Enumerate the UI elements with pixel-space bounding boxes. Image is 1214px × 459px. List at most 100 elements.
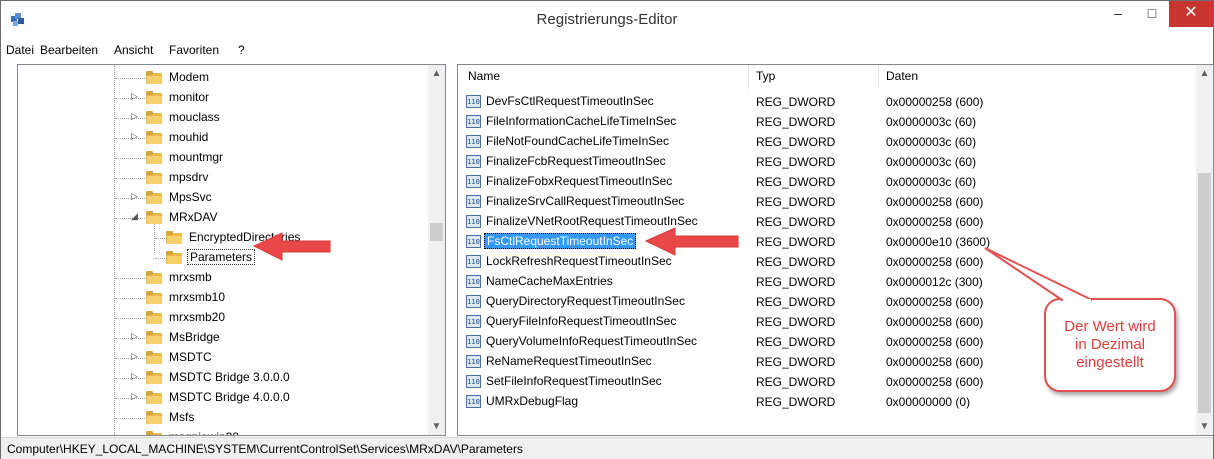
value-type: REG_DWORD <box>756 135 836 149</box>
expand-icon[interactable]: ▷ <box>131 331 141 342</box>
expand-icon[interactable]: ▷ <box>131 111 141 122</box>
value-name: QueryVolumeInfoRequestTimeoutInSec <box>486 334 698 348</box>
value-data: 0x00000e10 (3600) <box>886 235 991 249</box>
menu-bearbeiten[interactable]: Bearbeiten <box>40 43 98 57</box>
expand-icon[interactable]: ▷ <box>131 391 141 402</box>
column-header-typ[interactable]: Typ <box>756 69 775 83</box>
annotation-callout: Der Wert wird in Dezimal eingestellt <box>1044 298 1176 392</box>
tree-item-label: Parameters <box>187 249 256 265</box>
value-row[interactable]: 110 NameCacheMaxEntries REG_DWORD 0x0000012… <box>458 272 1195 292</box>
tree-item[interactable]: ▷ MSDTC Bridge 4.0.0.0 <box>115 388 406 408</box>
scroll-down-icon[interactable]: ▼ <box>428 418 445 435</box>
scroll-down-icon[interactable]: ▼ <box>1196 418 1213 435</box>
tree-item[interactable]: Msfs <box>115 408 406 428</box>
value-row[interactable]: 110 FinalizeSrvCallRequestTimeoutInSec REG… <box>458 192 1195 212</box>
tree-guide-line <box>115 158 145 159</box>
callout-text: Der Wert wird in Dezimal eingestellt <box>1046 318 1174 372</box>
tree-item[interactable]: ▷ MSDTC <box>115 348 406 368</box>
tree-item[interactable]: Parameters <box>155 248 426 268</box>
column-separator[interactable] <box>878 65 879 89</box>
reg-dword-icon: 110 <box>466 335 481 348</box>
reg-dword-icon: 110 <box>466 275 481 288</box>
value-name: UMRxDebugFlag <box>486 394 579 408</box>
value-data: 0x00000000 (0) <box>886 395 971 409</box>
tree-guide-line <box>115 418 145 419</box>
folder-icon <box>146 191 162 204</box>
tree-item-label: mrxsmb10 <box>169 290 226 304</box>
list-scrollbar[interactable]: ▲ ▼ <box>1196 65 1213 435</box>
value-data: 0x00000258 (600) <box>886 215 984 229</box>
tree-item[interactable]: msgpiowin32 <box>146 428 406 435</box>
tree-item[interactable]: mrxsmb20 <box>115 308 406 328</box>
callout-line: eingestellt <box>1076 354 1144 371</box>
tree-item[interactable]: ▷ mouclass <box>115 108 406 128</box>
folder-icon <box>146 91 162 104</box>
tree-guide-line <box>115 178 145 179</box>
expand-icon[interactable]: ▷ <box>131 131 141 142</box>
tree-item[interactable]: ▷ MsBridge <box>115 328 406 348</box>
tree-item[interactable]: mrxsmb <box>115 268 406 288</box>
column-header-name[interactable]: Name <box>468 69 500 83</box>
key-tree[interactable]: Modem ▷ monitor ▷ mouclass ▷ mouhid mountmgr mps… <box>17 64 446 436</box>
value-row[interactable]: 110 FileNotFoundCacheLifeTimeInSec REG_DWO… <box>458 132 1195 152</box>
folder-icon <box>166 231 182 244</box>
expand-icon[interactable]: ▷ <box>131 371 141 382</box>
folder-icon <box>146 71 162 84</box>
scroll-up-icon[interactable]: ▲ <box>428 65 445 82</box>
expand-icon[interactable]: ▷ <box>131 191 141 202</box>
menu-favoriten[interactable]: Favoriten <box>169 43 219 57</box>
tree-item[interactable]: ▷ monitor <box>115 88 406 108</box>
column-separator[interactable] <box>748 65 749 89</box>
folder-icon <box>146 411 162 424</box>
tree-item-label: mouhid <box>169 130 209 144</box>
tree-item[interactable]: mrxsmb10 <box>115 288 406 308</box>
menu-datei[interactable]: Datei <box>6 43 34 57</box>
value-type: REG_DWORD <box>756 115 836 129</box>
value-name: FileInformationCacheLifeTimeInSec <box>486 114 677 128</box>
value-row[interactable]: 110 UMRxDebugFlag REG_DWORD 0x00000000 (0) <box>458 392 1195 412</box>
tree-guide-line <box>155 238 165 239</box>
scroll-up-icon[interactable]: ▲ <box>1196 65 1213 82</box>
tree-item[interactable]: EncryptedDirectories <box>155 228 426 248</box>
maximize-button[interactable]: □ <box>1135 1 1169 27</box>
value-row[interactable]: 110 FinalizeFcbRequestTimeoutInSec REG_DWO… <box>458 152 1195 172</box>
tree-item[interactable]: mountmgr <box>115 148 406 168</box>
column-header-daten[interactable]: Daten <box>886 69 918 83</box>
minimize-button[interactable]: – <box>1101 1 1135 27</box>
tree-item[interactable]: Modem <box>115 68 406 88</box>
value-name: FsCtlRequestTimeoutInSec <box>484 233 637 249</box>
menu-ansicht[interactable]: Ansicht <box>114 43 153 57</box>
tree-item[interactable]: ◢ MRxDAV <box>115 208 406 228</box>
reg-dword-icon: 110 <box>466 195 481 208</box>
value-row[interactable]: 110 FileInformationCacheLifeTimeInSec REG_… <box>458 112 1195 132</box>
value-row[interactable]: 110 DevFsCtlRequestTimeoutInSec REG_DWORD 0… <box>458 92 1195 112</box>
folder-icon <box>146 291 162 304</box>
value-row[interactable]: 110 FinalizeFobxRequestTimeoutInSec REG_DW… <box>458 172 1195 192</box>
menu-bar: Datei Bearbeiten Ansicht Favoriten ? <box>1 41 1213 61</box>
tree-item[interactable]: ▷ MpsSvc <box>115 188 406 208</box>
tree-item[interactable]: ▷ mouhid <box>115 128 406 148</box>
value-name: DevFsCtlRequestTimeoutInSec <box>486 94 654 108</box>
tree-item[interactable]: ▷ MSDTC Bridge 3.0.0.0 <box>115 368 406 388</box>
expand-icon[interactable]: ▷ <box>131 351 141 362</box>
expand-icon[interactable]: ▷ <box>131 91 141 102</box>
menu-help[interactable]: ? <box>238 43 245 57</box>
value-row[interactable]: 110 FinalizeVNetRootRequestTimeoutInSec RE… <box>458 212 1195 232</box>
value-type: REG_DWORD <box>756 95 836 109</box>
value-type: REG_DWORD <box>756 375 836 389</box>
close-button[interactable]: ✕ <box>1169 1 1213 27</box>
value-data: 0x00000258 (600) <box>886 95 984 109</box>
title-bar[interactable]: Registrierungs-Editor – □ ✕ <box>1 1 1213 38</box>
value-data: 0x00000258 (600) <box>886 355 984 369</box>
value-type: REG_DWORD <box>756 295 836 309</box>
value-row[interactable]: 110 LockRefreshRequestTimeoutInSec REG_DWO… <box>458 252 1195 272</box>
tree-item[interactable]: mpsdrv <box>115 168 406 188</box>
tree-item-label: MSDTC Bridge 4.0.0.0 <box>169 390 290 404</box>
tree-scroll-thumb[interactable] <box>430 223 443 241</box>
list-scroll-thumb[interactable] <box>1198 173 1211 413</box>
reg-dword-icon: 110 <box>466 115 481 128</box>
value-row[interactable]: 110 FsCtlRequestTimeoutInSec REG_DWORD 0x00… <box>458 232 1195 252</box>
tree-scrollbar[interactable]: ▲ ▼ <box>428 65 445 435</box>
callout-line: Der Wert wird <box>1064 318 1156 335</box>
expand-icon[interactable]: ◢ <box>131 211 141 222</box>
